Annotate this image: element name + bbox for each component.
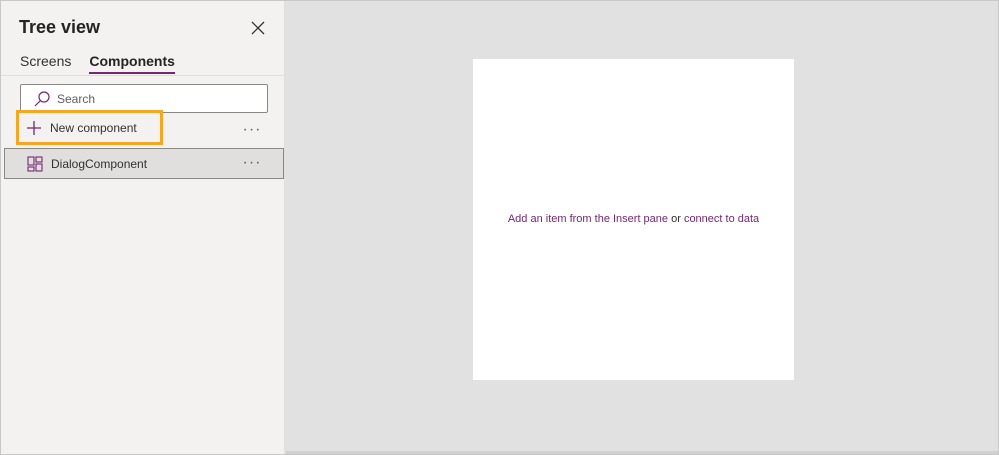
- new-component-label: New component: [50, 120, 137, 135]
- screen-canvas[interactable]: Add an item from the Insert pane or conn…: [473, 59, 794, 380]
- panel-title: Tree view: [19, 17, 101, 37]
- component-more-button[interactable]: ···: [240, 155, 264, 171]
- canvas-hint-or: or: [671, 213, 681, 225]
- new-component-button[interactable]: New component: [16, 110, 163, 145]
- connect-to-data-link[interactable]: connect to data: [684, 213, 759, 225]
- tab-bar: Screens Components: [20, 53, 175, 74]
- canvas-hint: Add an item from the Insert pane or conn…: [473, 213, 794, 225]
- search-icon: [34, 90, 50, 106]
- insert-pane-link[interactable]: Add an item from the Insert pane: [508, 213, 668, 225]
- component-icon: [27, 155, 43, 172]
- tab-components[interactable]: Components: [89, 53, 175, 74]
- new-component-more-button[interactable]: ···: [240, 122, 264, 138]
- component-item-label: DialogComponent: [51, 156, 148, 171]
- search-input[interactable]: [57, 91, 247, 106]
- canvas-area: Add an item from the Insert pane or conn…: [286, 1, 998, 454]
- bottom-bar: [286, 451, 998, 454]
- search-box[interactable]: [20, 84, 268, 113]
- close-icon: [251, 21, 265, 35]
- close-button[interactable]: [247, 17, 269, 39]
- tree-view-panel: Tree view Screens Components New compone…: [1, 1, 285, 454]
- plus-icon: [27, 120, 41, 135]
- tabs-divider: [1, 75, 284, 76]
- tab-screens[interactable]: Screens: [20, 53, 71, 74]
